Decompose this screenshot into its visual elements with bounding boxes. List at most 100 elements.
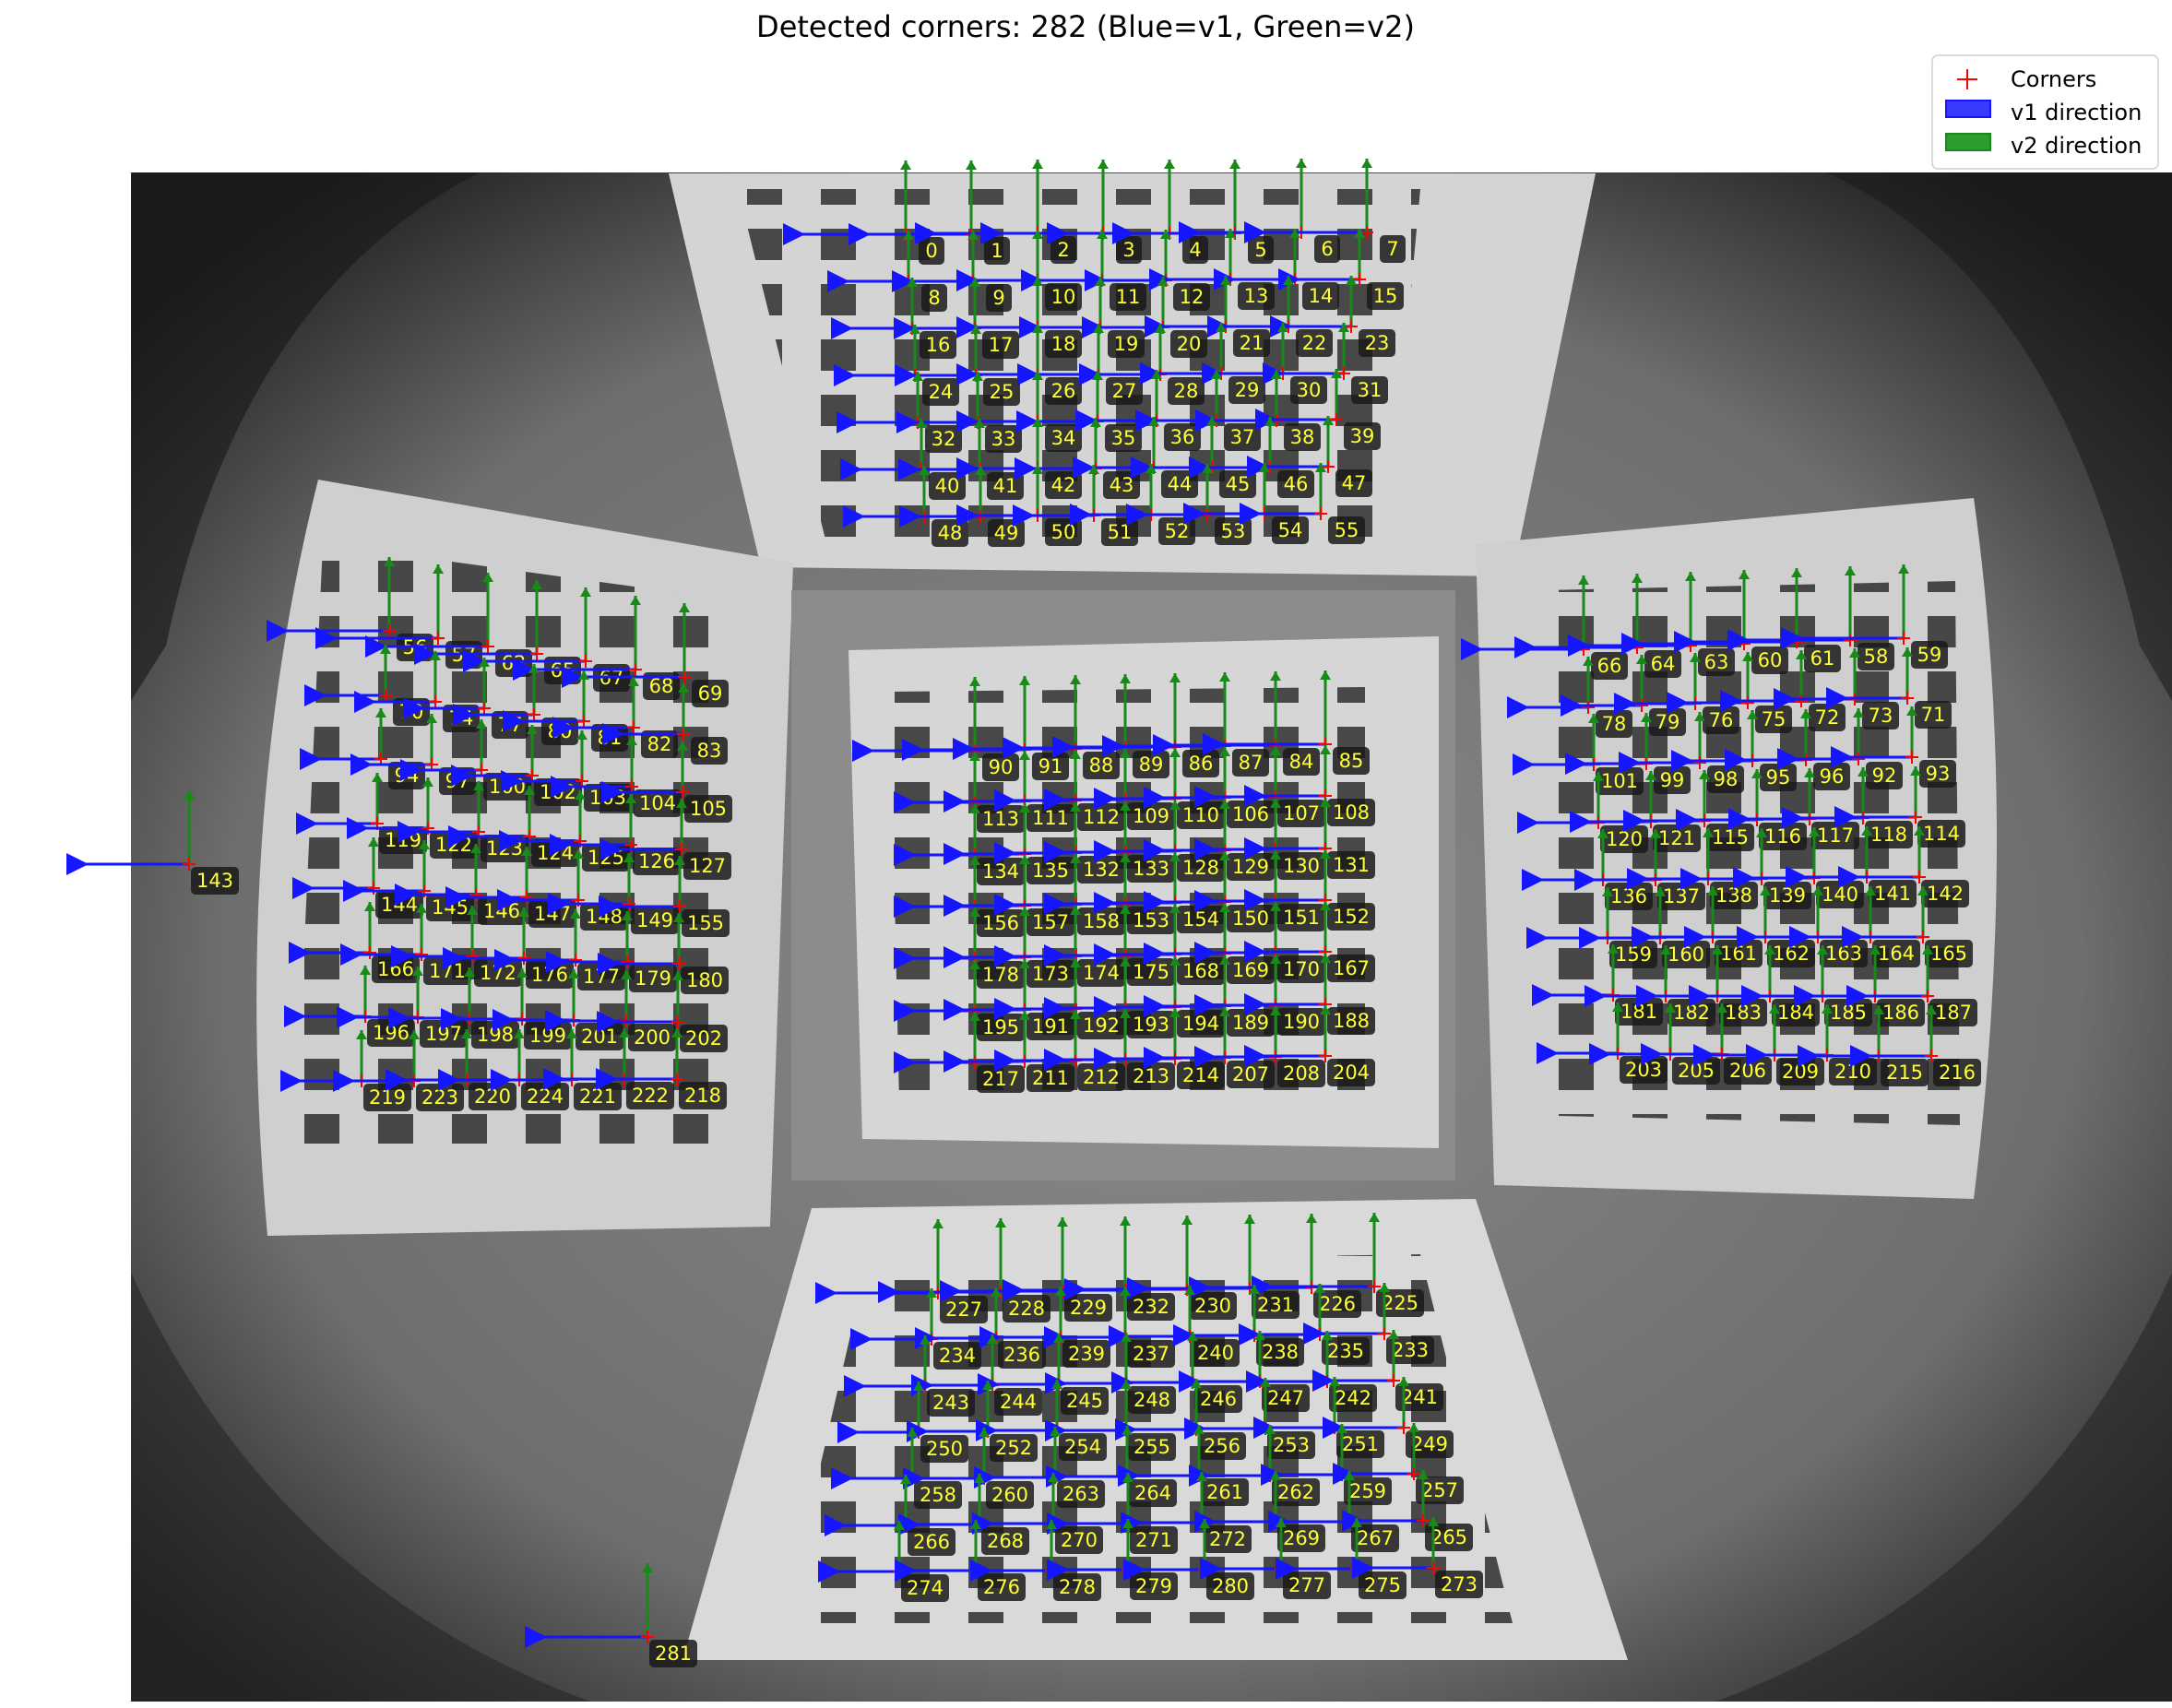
- corner-label: 164: [1878, 943, 1915, 965]
- corner-label: 170: [1283, 958, 1320, 980]
- corner-label: 16: [926, 334, 951, 356]
- corner-label: 205: [1678, 1060, 1715, 1082]
- corner-label: 256: [1204, 1435, 1240, 1457]
- corner-label: 259: [1349, 1480, 1386, 1502]
- corner-label: 229: [1070, 1297, 1107, 1319]
- corner-label: 4: [1189, 239, 1201, 261]
- corner-label: 278: [1059, 1576, 1096, 1598]
- v2-arrowhead: [1164, 160, 1175, 169]
- corner-label: 236: [1003, 1344, 1040, 1366]
- corner-label: 60: [1758, 649, 1783, 671]
- corner-label: 17: [989, 334, 1014, 356]
- corner-label: 136: [1610, 885, 1647, 907]
- corner-label: 157: [1032, 911, 1069, 933]
- corner-label: 20: [1177, 333, 1202, 355]
- corner-label: 96: [1820, 765, 1845, 788]
- corner-label: 110: [1182, 804, 1219, 826]
- corner-label: 109: [1133, 805, 1169, 827]
- corner-label: 112: [1083, 806, 1120, 828]
- corner-label: 214: [1182, 1064, 1219, 1086]
- corner-label: 45: [1226, 473, 1251, 495]
- corner-label: 185: [1830, 1002, 1867, 1024]
- corner-label: 199: [529, 1025, 566, 1047]
- corner-label: 121: [1658, 827, 1695, 849]
- corner-label: 135: [1032, 860, 1069, 882]
- corner-label: 74: [449, 707, 474, 729]
- corner-label: 189: [1232, 1012, 1269, 1034]
- corner-label: 61: [1810, 647, 1835, 670]
- corner-label: 127: [689, 855, 726, 877]
- corner-label: 27: [1112, 380, 1137, 402]
- corner-label: 233: [1392, 1339, 1429, 1361]
- corner-label: 141: [1874, 883, 1911, 905]
- corner-label: 257: [1421, 1479, 1458, 1501]
- corner-label: 82: [647, 733, 672, 755]
- corner-label: 227: [945, 1299, 982, 1321]
- corner-label: 253: [1273, 1434, 1310, 1456]
- corner-label: 131: [1333, 854, 1370, 876]
- corner-label: 148: [586, 906, 623, 928]
- corner-label: 267: [1357, 1527, 1394, 1549]
- corner-label: 163: [1825, 943, 1862, 965]
- corner-label: 1: [991, 240, 1003, 262]
- corner-label: 10: [1051, 286, 1076, 308]
- corner-label: 220: [474, 1085, 511, 1108]
- corner-label: 159: [1615, 943, 1652, 966]
- v2-arrowhead: [1229, 160, 1240, 169]
- corner-label: 14: [1309, 285, 1334, 307]
- corner-label: 88: [1089, 754, 1114, 777]
- corner-label: 75: [1762, 708, 1786, 730]
- corner-label: 64: [1651, 653, 1676, 675]
- corner-label: 134: [982, 860, 1019, 883]
- corner-label: 173: [1032, 963, 1069, 985]
- corner-label: 37: [1230, 426, 1255, 448]
- corner-label: 78: [1602, 713, 1627, 735]
- corner-label: 154: [1182, 908, 1219, 931]
- corner-label: 152: [1333, 906, 1370, 928]
- corner-label: 171: [429, 960, 466, 982]
- corner-label: 275: [1364, 1574, 1401, 1596]
- corner-label: 84: [1289, 751, 1314, 773]
- corner-label: 2: [1057, 239, 1069, 261]
- corner-label: 68: [649, 675, 674, 697]
- v2-arrowhead: [1032, 160, 1043, 169]
- corner-label: 251: [1342, 1433, 1379, 1455]
- corner-label: 204: [1333, 1062, 1370, 1084]
- corner-label: 100: [489, 776, 526, 798]
- corner-label: 113: [982, 808, 1019, 830]
- corner-label: 106: [1232, 803, 1269, 825]
- corner-label: 272: [1209, 1528, 1246, 1550]
- corner-label: 221: [579, 1085, 616, 1108]
- corner-label: 162: [1773, 943, 1810, 965]
- corner-label: 252: [995, 1437, 1032, 1459]
- corner-label: 190: [1283, 1011, 1320, 1033]
- corner-label: 192: [1083, 1014, 1120, 1037]
- corner-label: 165: [1930, 943, 1967, 965]
- corner-label: 116: [1764, 825, 1801, 848]
- corner-label: 151: [1283, 907, 1320, 929]
- corner-label: 52: [1165, 520, 1190, 542]
- corner-label: 48: [938, 522, 963, 544]
- corner-label: 225: [1382, 1292, 1418, 1314]
- corner-label: 258: [920, 1484, 956, 1506]
- corner-label: 105: [690, 798, 727, 820]
- corner-label: 187: [1935, 1002, 1972, 1024]
- corner-label: 104: [639, 792, 676, 814]
- corner-label: 139: [1769, 884, 1806, 907]
- corner-label: 33: [991, 428, 1016, 450]
- corner-label: 245: [1066, 1390, 1103, 1412]
- corner-label: 18: [1051, 333, 1076, 355]
- corner-label: 35: [1111, 427, 1136, 449]
- corner-label: 19: [1114, 333, 1139, 355]
- corner-label: 150: [1232, 907, 1269, 930]
- corner-label: 262: [1277, 1481, 1314, 1503]
- corner-label: 169: [1232, 959, 1269, 981]
- corner-label: 202: [685, 1027, 722, 1050]
- corner-label: 279: [1135, 1575, 1172, 1597]
- corner-label: 268: [987, 1530, 1024, 1552]
- corner-label: 108: [1333, 801, 1370, 824]
- corner-label: 85: [1339, 750, 1364, 772]
- corner-label: 167: [1333, 957, 1370, 979]
- corner-label: 55: [1335, 519, 1359, 541]
- corner-label: 99: [1660, 769, 1685, 791]
